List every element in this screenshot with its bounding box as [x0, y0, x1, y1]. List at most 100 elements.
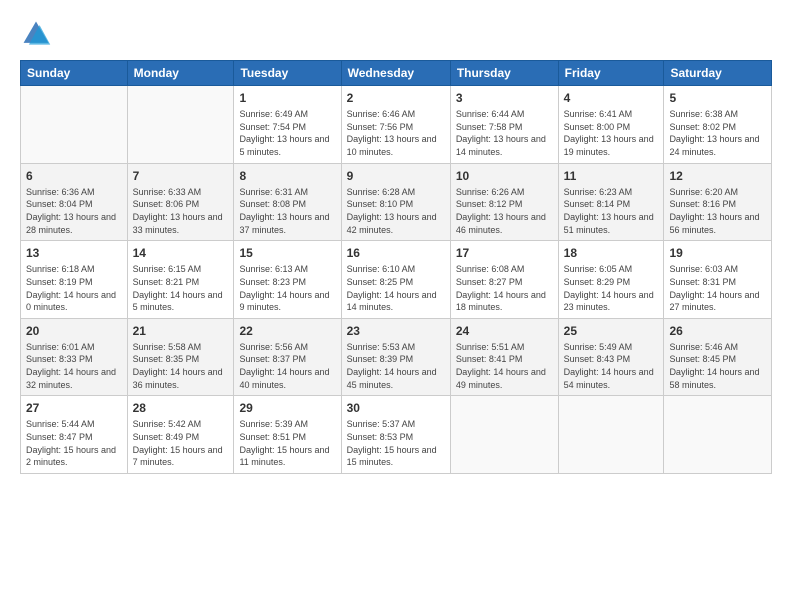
day-number: 20 — [26, 323, 122, 339]
calendar-cell: 10 Sunrise: 6:26 AM Sunset: 8:12 PM Dayli… — [450, 163, 558, 241]
calendar-cell — [450, 396, 558, 474]
day-number: 15 — [239, 245, 335, 261]
week-row-3: 13 Sunrise: 6:18 AM Sunset: 8:19 PM Dayli… — [21, 241, 772, 319]
calendar-cell: 24 Sunrise: 5:51 AM Sunset: 8:41 PM Dayli… — [450, 318, 558, 396]
calendar-cell: 18 Sunrise: 6:05 AM Sunset: 8:29 PM Dayli… — [558, 241, 664, 319]
day-number: 22 — [239, 323, 335, 339]
day-number: 12 — [669, 168, 766, 184]
calendar-cell — [21, 86, 128, 164]
day-info: Sunrise: 6:46 AM Sunset: 7:56 PM Dayligh… — [347, 108, 445, 158]
calendar-cell: 19 Sunrise: 6:03 AM Sunset: 8:31 PM Dayli… — [664, 241, 772, 319]
day-number: 27 — [26, 400, 122, 416]
calendar-cell — [127, 86, 234, 164]
day-number: 3 — [456, 90, 553, 106]
day-info: Sunrise: 6:03 AM Sunset: 8:31 PM Dayligh… — [669, 263, 766, 313]
calendar-cell: 14 Sunrise: 6:15 AM Sunset: 8:21 PM Dayli… — [127, 241, 234, 319]
calendar-cell — [558, 396, 664, 474]
calendar-cell: 12 Sunrise: 6:20 AM Sunset: 8:16 PM Dayli… — [664, 163, 772, 241]
day-number: 18 — [564, 245, 659, 261]
day-info: Sunrise: 6:23 AM Sunset: 8:14 PM Dayligh… — [564, 186, 659, 236]
calendar-cell — [664, 396, 772, 474]
day-number: 26 — [669, 323, 766, 339]
day-info: Sunrise: 6:31 AM Sunset: 8:08 PM Dayligh… — [239, 186, 335, 236]
calendar-cell: 17 Sunrise: 6:08 AM Sunset: 8:27 PM Dayli… — [450, 241, 558, 319]
weekday-header-row: SundayMondayTuesdayWednesdayThursdayFrid… — [21, 61, 772, 86]
calendar-cell: 13 Sunrise: 6:18 AM Sunset: 8:19 PM Dayli… — [21, 241, 128, 319]
calendar-cell: 29 Sunrise: 5:39 AM Sunset: 8:51 PM Dayli… — [234, 396, 341, 474]
day-number: 8 — [239, 168, 335, 184]
day-info: Sunrise: 5:46 AM Sunset: 8:45 PM Dayligh… — [669, 341, 766, 391]
calendar-cell: 30 Sunrise: 5:37 AM Sunset: 8:53 PM Dayli… — [341, 396, 450, 474]
day-info: Sunrise: 6:10 AM Sunset: 8:25 PM Dayligh… — [347, 263, 445, 313]
weekday-header-sunday: Sunday — [21, 61, 128, 86]
calendar-cell: 8 Sunrise: 6:31 AM Sunset: 8:08 PM Daylig… — [234, 163, 341, 241]
calendar-cell: 15 Sunrise: 6:13 AM Sunset: 8:23 PM Dayli… — [234, 241, 341, 319]
day-info: Sunrise: 5:37 AM Sunset: 8:53 PM Dayligh… — [347, 418, 445, 468]
day-number: 23 — [347, 323, 445, 339]
calendar-cell: 28Sunrise: 5:42 AM Sunset: 8:49 PM Dayli… — [127, 396, 234, 474]
day-info: Sunrise: 6:01 AM Sunset: 8:33 PM Dayligh… — [26, 341, 122, 391]
calendar-cell: 25Sunrise: 5:49 AM Sunset: 8:43 PM Dayli… — [558, 318, 664, 396]
day-info: Sunrise: 6:15 AM Sunset: 8:21 PM Dayligh… — [133, 263, 229, 313]
day-number: 6 — [26, 168, 122, 184]
day-info: Sunrise: 6:18 AM Sunset: 8:19 PM Dayligh… — [26, 263, 122, 313]
day-info: Sunrise: 6:36 AM Sunset: 8:04 PM Dayligh… — [26, 186, 122, 236]
day-info: Sunrise: 5:39 AM Sunset: 8:51 PM Dayligh… — [239, 418, 335, 468]
calendar-cell: 27Sunrise: 5:44 AM Sunset: 8:47 PM Dayli… — [21, 396, 128, 474]
day-info: Sunrise: 5:56 AM Sunset: 8:37 PM Dayligh… — [239, 341, 335, 391]
logo — [20, 18, 56, 50]
calendar-cell: 21Sunrise: 5:58 AM Sunset: 8:35 PM Dayli… — [127, 318, 234, 396]
header — [20, 18, 772, 50]
weekday-header-tuesday: Tuesday — [234, 61, 341, 86]
day-number: 24 — [456, 323, 553, 339]
calendar-cell: 9Sunrise: 6:28 AM Sunset: 8:10 PM Daylig… — [341, 163, 450, 241]
page: SundayMondayTuesdayWednesdayThursdayFrid… — [0, 0, 792, 612]
calendar-cell: 1 Sunrise: 6:49 AM Sunset: 7:54 PM Daylig… — [234, 86, 341, 164]
calendar-table: SundayMondayTuesdayWednesdayThursdayFrid… — [20, 60, 772, 474]
calendar-cell: 3 Sunrise: 6:44 AM Sunset: 7:58 PM Daylig… — [450, 86, 558, 164]
logo-icon — [20, 18, 52, 50]
day-info: Sunrise: 6:49 AM Sunset: 7:54 PM Dayligh… — [239, 108, 335, 158]
week-row-2: 6 Sunrise: 6:36 AM Sunset: 8:04 PM Daylig… — [21, 163, 772, 241]
day-info: Sunrise: 5:42 AM Sunset: 8:49 PM Dayligh… — [133, 418, 229, 468]
day-info: Sunrise: 6:20 AM Sunset: 8:16 PM Dayligh… — [669, 186, 766, 236]
calendar-cell: 26 Sunrise: 5:46 AM Sunset: 8:45 PM Dayli… — [664, 318, 772, 396]
calendar-cell: 2 Sunrise: 6:46 AM Sunset: 7:56 PM Daylig… — [341, 86, 450, 164]
calendar-cell: 23 Sunrise: 5:53 AM Sunset: 8:39 PM Dayli… — [341, 318, 450, 396]
day-number: 10 — [456, 168, 553, 184]
calendar-cell: 11Sunrise: 6:23 AM Sunset: 8:14 PM Dayli… — [558, 163, 664, 241]
day-info: Sunrise: 5:53 AM Sunset: 8:39 PM Dayligh… — [347, 341, 445, 391]
week-row-1: 1 Sunrise: 6:49 AM Sunset: 7:54 PM Daylig… — [21, 86, 772, 164]
calendar-cell: 16 Sunrise: 6:10 AM Sunset: 8:25 PM Dayli… — [341, 241, 450, 319]
week-row-4: 20 Sunrise: 6:01 AM Sunset: 8:33 PM Dayli… — [21, 318, 772, 396]
day-info: Sunrise: 6:38 AM Sunset: 8:02 PM Dayligh… — [669, 108, 766, 158]
weekday-header-saturday: Saturday — [664, 61, 772, 86]
day-info: Sunrise: 5:51 AM Sunset: 8:41 PM Dayligh… — [456, 341, 553, 391]
day-number: 16 — [347, 245, 445, 261]
weekday-header-wednesday: Wednesday — [341, 61, 450, 86]
day-number: 4 — [564, 90, 659, 106]
day-info: Sunrise: 6:05 AM Sunset: 8:29 PM Dayligh… — [564, 263, 659, 313]
day-info: Sunrise: 6:08 AM Sunset: 8:27 PM Dayligh… — [456, 263, 553, 313]
day-info: Sunrise: 6:41 AM Sunset: 8:00 PM Dayligh… — [564, 108, 659, 158]
day-number: 25 — [564, 323, 659, 339]
day-number: 30 — [347, 400, 445, 416]
day-number: 2 — [347, 90, 445, 106]
day-number: 13 — [26, 245, 122, 261]
day-number: 19 — [669, 245, 766, 261]
day-info: Sunrise: 6:26 AM Sunset: 8:12 PM Dayligh… — [456, 186, 553, 236]
day-number: 5 — [669, 90, 766, 106]
calendar-cell: 6 Sunrise: 6:36 AM Sunset: 8:04 PM Daylig… — [21, 163, 128, 241]
day-number: 9 — [347, 168, 445, 184]
week-row-5: 27Sunrise: 5:44 AM Sunset: 8:47 PM Dayli… — [21, 396, 772, 474]
day-info: Sunrise: 6:13 AM Sunset: 8:23 PM Dayligh… — [239, 263, 335, 313]
day-info: Sunrise: 6:33 AM Sunset: 8:06 PM Dayligh… — [133, 186, 229, 236]
day-info: Sunrise: 6:44 AM Sunset: 7:58 PM Dayligh… — [456, 108, 553, 158]
day-number: 29 — [239, 400, 335, 416]
day-number: 14 — [133, 245, 229, 261]
calendar-cell: 20 Sunrise: 6:01 AM Sunset: 8:33 PM Dayli… — [21, 318, 128, 396]
day-number: 17 — [456, 245, 553, 261]
day-number: 1 — [239, 90, 335, 106]
weekday-header-thursday: Thursday — [450, 61, 558, 86]
day-info: Sunrise: 5:58 AM Sunset: 8:35 PM Dayligh… — [133, 341, 229, 391]
